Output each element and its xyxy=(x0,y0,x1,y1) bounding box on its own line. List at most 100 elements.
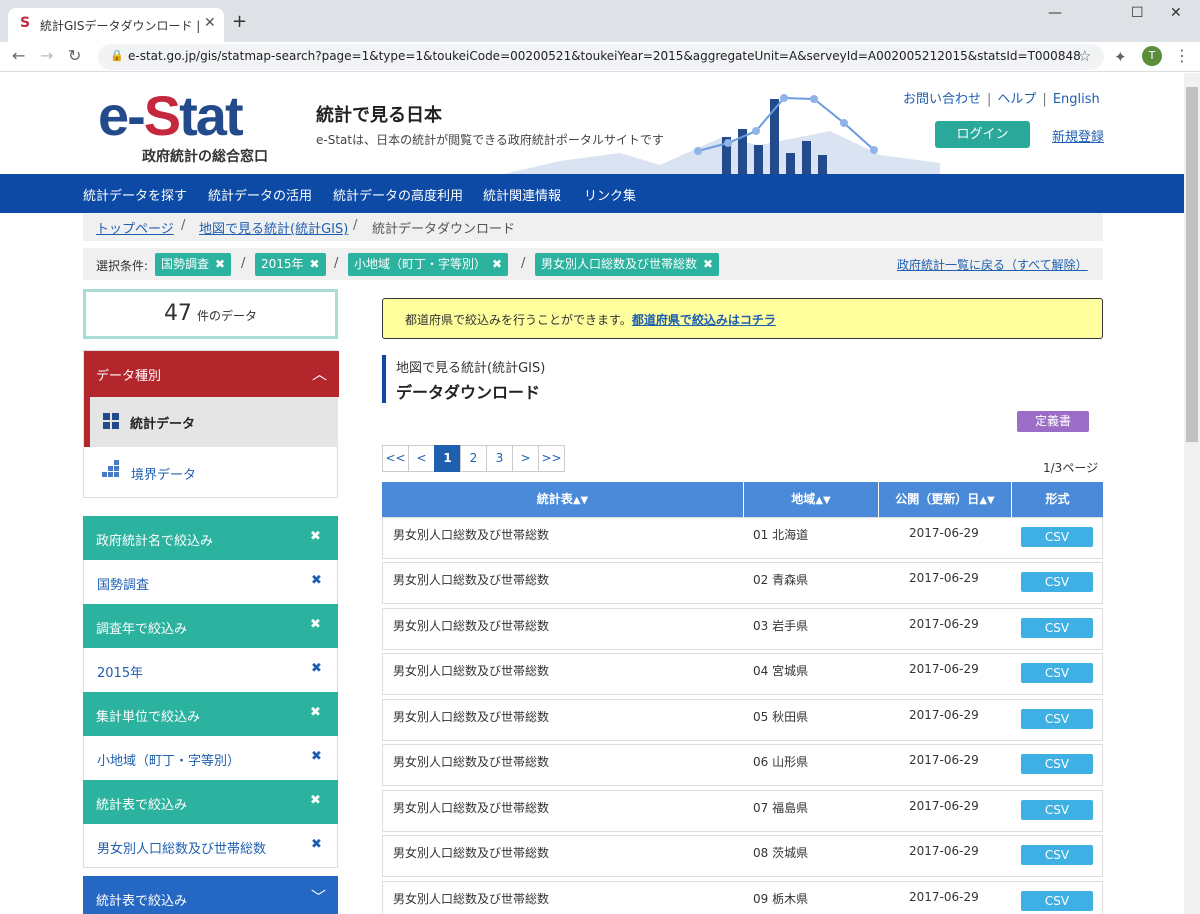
help-link[interactable]: ヘルプ xyxy=(997,92,1036,107)
csv-download-button[interactable]: CSV xyxy=(1021,618,1093,638)
section-heading: 地図で見る統計(統計GIS) データダウンロード xyxy=(382,355,682,403)
scrollbar-thumb[interactable] xyxy=(1186,87,1198,442)
minimize-icon[interactable]: — xyxy=(1048,5,1062,21)
result-count-number: 47 xyxy=(163,301,192,326)
page-first[interactable]: << xyxy=(382,445,409,472)
close-icon: ✖ xyxy=(310,617,321,632)
sort-icon: ▲▼ xyxy=(572,495,589,506)
contact-link[interactable]: お問い合わせ xyxy=(903,92,981,107)
definition-button[interactable]: 定義書 xyxy=(1017,411,1089,432)
extensions-icon[interactable]: ✦ xyxy=(1114,48,1127,66)
nav-advanced-use[interactable]: 統計データの高度利用 xyxy=(333,185,463,204)
nav-data-usage[interactable]: 統計データの活用 xyxy=(208,185,312,204)
nav-search-data[interactable]: 統計データを探す xyxy=(83,185,187,204)
remove-icon: ✖ xyxy=(703,257,714,271)
column-header-table[interactable]: 統計表▲▼ xyxy=(382,482,744,517)
selected-conditions: 選択条件: 国勢調査 ✖ / 2015年 ✖ / 小地域（町丁・字等別） ✖ / 男女… xyxy=(83,248,1103,280)
breadcrumb-current: 統計データダウンロード xyxy=(372,222,516,237)
filter-year-header[interactable]: 調査年で絞込み ✖ xyxy=(83,604,338,648)
page-last[interactable]: >> xyxy=(538,445,565,472)
breadcrumb-top[interactable]: トップページ xyxy=(96,218,174,237)
register-link[interactable]: 新規登録 xyxy=(1052,126,1104,145)
close-icon: ✖ xyxy=(310,705,321,720)
filter-unit-value[interactable]: 小地域（町丁・字等別） ✖ xyxy=(83,736,338,780)
table-row: 男女別人口総数及び世帯総数 09 栃木県 2017-06-29 CSV xyxy=(382,881,1103,914)
filter-table-value[interactable]: 男女別人口総数及び世帯総数 ✖ xyxy=(83,824,338,868)
lock-icon: 🔒 xyxy=(110,49,124,62)
csv-download-button[interactable]: CSV xyxy=(1021,709,1093,729)
table-row: 男女別人口総数及び世帯総数 01 北海道 2017-06-29 CSV xyxy=(382,517,1103,559)
csv-download-button[interactable]: CSV xyxy=(1021,754,1093,774)
page-next[interactable]: > xyxy=(512,445,539,472)
maximize-icon[interactable]: ☐ xyxy=(1131,5,1144,21)
filter-unit-header[interactable]: 集計単位で絞込み ✖ xyxy=(83,692,338,736)
remove-icon: ✖ xyxy=(309,257,320,271)
back-icon[interactable]: ← xyxy=(12,46,25,65)
page-3[interactable]: 3 xyxy=(486,445,513,472)
data-type-header[interactable]: データ種別 ︿ xyxy=(84,351,339,397)
filter-year-value[interactable]: 2015年 ✖ xyxy=(83,648,338,692)
login-button[interactable]: ログイン xyxy=(935,121,1030,148)
tab-title: 統計GISデータダウンロード | 政府統計 xyxy=(40,19,200,33)
nav-related-info[interactable]: 統計関連情報 xyxy=(483,185,561,204)
condition-chip[interactable]: 男女別人口総数及び世帯総数 ✖ xyxy=(535,253,720,276)
profile-avatar[interactable]: T xyxy=(1142,46,1162,66)
table-row: 男女別人口総数及び世帯総数 04 宮城県 2017-06-29 CSV xyxy=(382,653,1103,695)
breadcrumb: トップページ / 地図で見る統計(統計GIS) / 統計データダウンロード xyxy=(83,213,1103,241)
data-type-boundary[interactable]: 境界データ xyxy=(131,464,196,483)
chevron-down-icon: ﹀ xyxy=(311,888,327,906)
browser-tab[interactable]: S 統計GISデータダウンロード | 政府統計 ✕ xyxy=(8,8,224,42)
page: e-Stat 政府統計の総合窓口 統計で見る日本 e-Statは、日本の統計が閲… xyxy=(0,73,1184,914)
page-2[interactable]: 2 xyxy=(460,445,487,472)
csv-download-button[interactable]: CSV xyxy=(1021,891,1093,911)
filter-survey-header[interactable]: 政府統計名で絞込み ✖ xyxy=(83,516,338,560)
window-close-icon[interactable]: ✕ xyxy=(1170,5,1182,21)
table-row: 男女別人口総数及び世帯総数 02 青森県 2017-06-29 CSV xyxy=(382,562,1103,604)
filter-table-header[interactable]: 統計表で絞込み ✖ xyxy=(83,780,338,824)
url-bar[interactable]: 🔒 e-stat.go.jp/gis/statmap-search?page=1… xyxy=(98,44,1104,70)
browser-menu-icon[interactable]: ⋮ xyxy=(1174,46,1190,65)
clear-all-link[interactable]: 政府統計一覧に戻る（すべて解除） xyxy=(897,256,1088,273)
sort-icon: ▲▼ xyxy=(815,495,831,506)
bookmark-star-icon[interactable]: ☆ xyxy=(1078,47,1091,65)
csv-download-button[interactable]: CSV xyxy=(1021,663,1093,683)
logo-subtitle: 政府統計の総合窓口 xyxy=(142,149,268,165)
nav-links[interactable]: リンク集 xyxy=(584,185,636,204)
reload-icon[interactable]: ↻ xyxy=(68,46,81,65)
forward-icon[interactable]: → xyxy=(40,46,53,65)
remove-icon: ✖ xyxy=(311,749,322,764)
address-toolbar: ← → ↻ 🔒 e-stat.go.jp/gis/statmap-search?… xyxy=(0,42,1200,72)
condition-chip[interactable]: 国勢調査 ✖ xyxy=(155,253,232,276)
close-icon: ✖ xyxy=(310,793,321,808)
result-count-unit: 件のデータ xyxy=(197,309,258,323)
condition-chip[interactable]: 小地域（町丁・字等別） ✖ xyxy=(348,253,509,276)
csv-download-button[interactable]: CSV xyxy=(1021,845,1093,865)
page-prev[interactable]: < xyxy=(408,445,435,472)
csv-download-button[interactable]: CSV xyxy=(1021,800,1093,820)
table-row: 男女別人口総数及び世帯総数 05 秋田県 2017-06-29 CSV xyxy=(382,699,1103,741)
data-type-statistics[interactable]: 統計データ xyxy=(84,397,338,447)
column-header-area[interactable]: 地域▲▼ xyxy=(744,482,879,517)
filter-table-expand-header[interactable]: 統計表で絞込み ﹀ xyxy=(83,876,338,914)
page-1[interactable]: 1 xyxy=(434,445,461,472)
tab-close-icon[interactable]: ✕ xyxy=(204,15,216,31)
estat-favicon-icon: S xyxy=(20,15,31,31)
csv-download-button[interactable]: CSV xyxy=(1021,527,1093,547)
english-link[interactable]: English xyxy=(1053,92,1100,107)
breadcrumb-gis[interactable]: 地図で見る統計(統計GIS) xyxy=(199,218,348,237)
table-row: 男女別人口総数及び世帯総数 08 茨城県 2017-06-29 CSV xyxy=(382,835,1103,877)
prefecture-filter-link[interactable]: 都道府県で絞込みはコチラ xyxy=(632,313,776,327)
sort-icon: ▲▼ xyxy=(979,495,995,506)
estat-logo[interactable]: e-Stat 政府統計の総合窓口 xyxy=(98,87,268,166)
pagination: << < 1 2 3 > >> xyxy=(382,445,565,472)
column-header-date[interactable]: 公開（更新）日▲▼ xyxy=(879,482,1012,517)
browser-tab-strip: S 統計GISデータダウンロード | 政府統計 ✕ + — ☐ ✕ xyxy=(0,0,1200,42)
data-type-panel: データ種別 ︿ 統計データ 境界データ xyxy=(83,350,339,498)
filter-survey-value[interactable]: 国勢調査 ✖ xyxy=(83,560,338,604)
page-scrollbar[interactable] xyxy=(1184,73,1200,914)
condition-chip[interactable]: 2015年 ✖ xyxy=(255,253,326,276)
new-tab-icon[interactable]: + xyxy=(232,11,247,32)
utility-links: お問い合わせ | ヘルプ | English xyxy=(903,92,1100,107)
prefecture-filter-notice: 都道府県で絞込みを行うことができます。都道府県で絞込みはコチラ xyxy=(382,298,1103,339)
csv-download-button[interactable]: CSV xyxy=(1021,572,1093,592)
